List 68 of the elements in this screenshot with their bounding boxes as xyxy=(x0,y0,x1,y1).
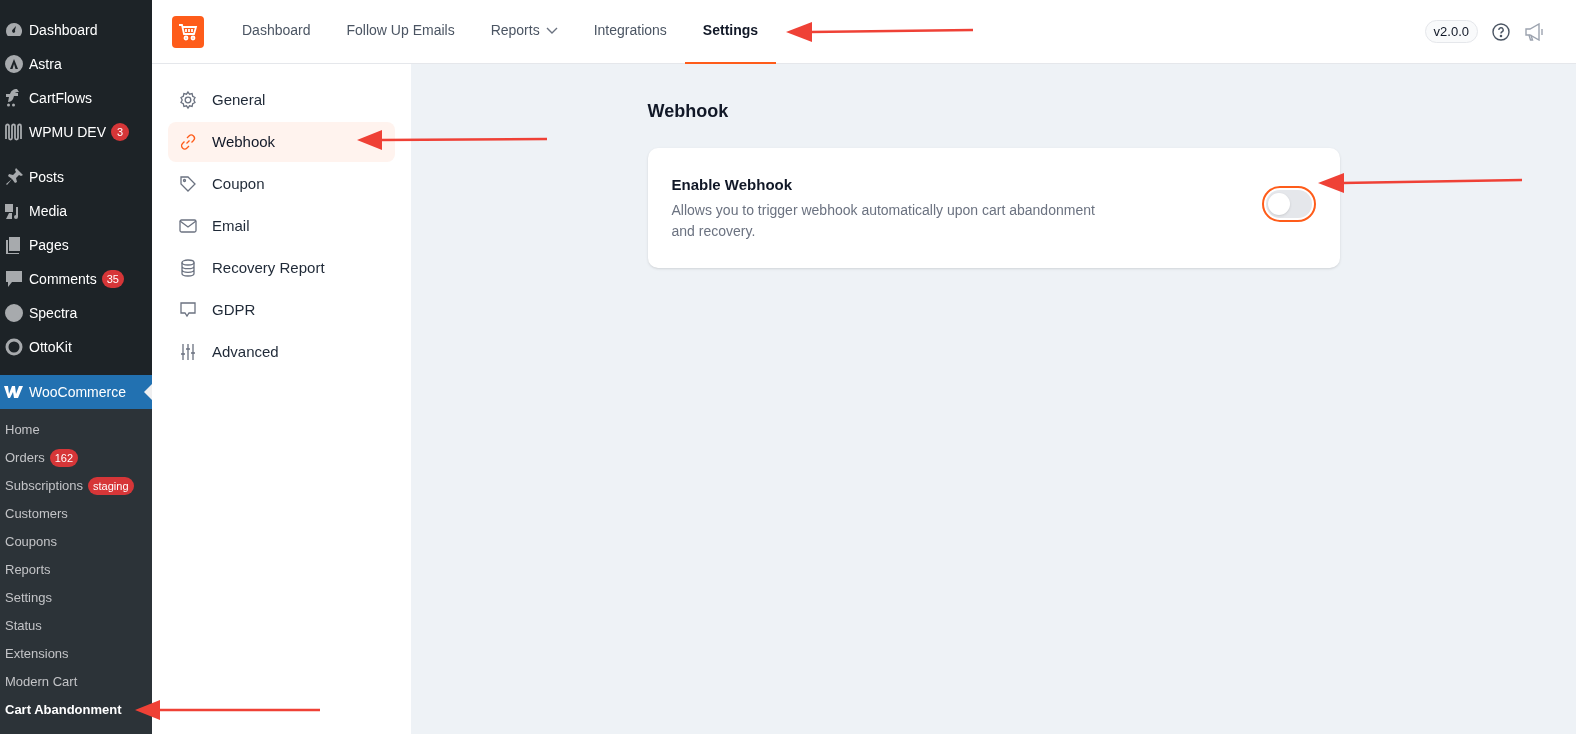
submenu-item[interactable]: Orders 162 xyxy=(0,444,152,472)
admin-menu-item[interactable]: Comments 35 xyxy=(0,262,152,296)
submenu-item[interactable]: Cart Abandonment xyxy=(0,696,152,724)
menu-label: Subscriptions xyxy=(5,477,84,496)
menu-label: Orders xyxy=(5,449,45,468)
admin-menu-item[interactable]: WPMU DEV 3 xyxy=(0,115,152,149)
menu-label: Astra xyxy=(29,54,62,74)
nav-tab[interactable]: Integrations xyxy=(575,0,685,64)
menu-label: Pages xyxy=(29,235,69,255)
submenu-item[interactable]: Home xyxy=(0,416,152,444)
admin-menu-item[interactable]: Spectra xyxy=(0,296,152,330)
admin-menu-item[interactable]: WooCommerce xyxy=(0,375,152,409)
settings-nav-item[interactable]: Email xyxy=(168,206,395,246)
tag-icon xyxy=(178,174,198,194)
admin-menu-item[interactable]: Posts xyxy=(0,160,152,194)
wave-logo-icon xyxy=(3,122,25,142)
menu-label: OttoKit xyxy=(29,337,72,357)
settings-nav-item[interactable]: GDPR xyxy=(168,290,395,330)
count-badge: 3 xyxy=(111,123,129,141)
setting-description: Allows you to trigger webhook automatically upon cart abandonment and recovery. xyxy=(671,201,1096,241)
settings-nav-item[interactable]: Recovery Report xyxy=(168,248,395,288)
database-icon xyxy=(178,258,198,278)
menu-label: Media xyxy=(29,201,68,221)
menu-label: WooCommerce xyxy=(29,382,126,402)
megaphone-icon[interactable] xyxy=(1524,22,1546,41)
menu-label: WPMU DEV xyxy=(29,122,106,142)
nav-tab[interactable]: Follow Up Emails xyxy=(328,0,473,64)
settings-nav-item[interactable]: Webhook xyxy=(168,122,395,162)
admin-menu-item[interactable]: OttoKit xyxy=(0,330,152,364)
menu-label: Comments xyxy=(29,269,97,289)
envelope-icon xyxy=(178,216,198,236)
setting-title: Enable Webhook xyxy=(671,175,794,195)
help-icon[interactable] xyxy=(1492,22,1510,41)
section-title: Webhook xyxy=(647,100,730,123)
submenu-item[interactable]: Modern Cart xyxy=(0,668,152,696)
sliders-icon xyxy=(178,342,198,362)
ring-icon xyxy=(3,337,25,357)
settings-nav-item[interactable]: General xyxy=(168,80,395,120)
submenu-item[interactable]: Subscriptions staging xyxy=(0,472,152,500)
submenu-item[interactable]: Coupons xyxy=(0,528,152,556)
settings-nav-item[interactable]: Coupon xyxy=(168,164,395,204)
admin-menu-item[interactable]: Media xyxy=(0,194,152,228)
settings-nav-item[interactable]: Advanced xyxy=(168,332,395,372)
submenu-item[interactable]: Reports xyxy=(0,556,152,584)
nav-tab[interactable]: Dashboard xyxy=(224,0,329,64)
admin-menu-item[interactable]: CartFlows xyxy=(0,81,152,115)
submenu-item[interactable]: Extensions xyxy=(0,640,152,668)
admin-menu-item[interactable]: Dashboard xyxy=(0,13,152,47)
submenu-item[interactable]: Customers xyxy=(0,500,152,528)
submenu-item[interactable]: Status xyxy=(0,612,152,640)
cart-logo[interactable] xyxy=(172,15,204,48)
admin-menu-item[interactable]: Pages xyxy=(0,228,152,262)
version-badge: v2.0.0 xyxy=(1424,19,1478,44)
gear-icon xyxy=(178,90,198,110)
menu-label: Spectra xyxy=(29,303,78,323)
speech-bubble-icon xyxy=(3,269,25,289)
count-badge: 35 xyxy=(101,270,124,288)
count-badge: staging xyxy=(88,477,134,495)
menu-label: CartFlows xyxy=(29,88,92,108)
astra-logo-icon xyxy=(3,54,25,74)
count-badge: 162 xyxy=(49,449,79,467)
link-icon xyxy=(178,132,198,152)
admin-menu-item[interactable]: Astra xyxy=(0,47,152,81)
nav-tab[interactable]: Reports xyxy=(472,0,576,64)
chevron-down-icon xyxy=(545,26,558,35)
menu-label: Posts xyxy=(29,167,64,187)
menu-label: Dashboard xyxy=(29,20,98,40)
submenu-item[interactable]: Settings xyxy=(0,584,152,612)
